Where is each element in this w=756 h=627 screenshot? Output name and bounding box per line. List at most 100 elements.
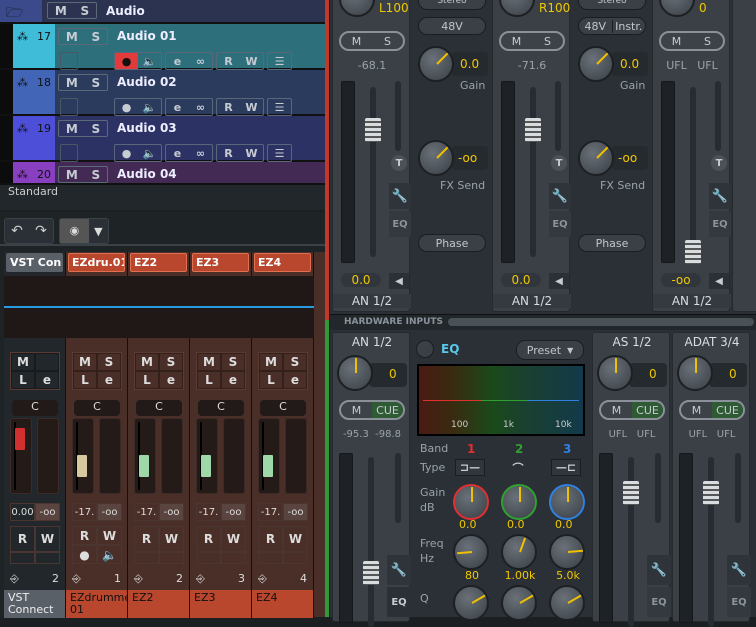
- record-enable-button[interactable]: ●: [115, 99, 138, 115]
- fader-cap[interactable]: [139, 455, 149, 477]
- volume-fader[interactable]: [258, 418, 280, 494]
- q-knob[interactable]: [453, 585, 489, 621]
- listen-button[interactable]: L: [73, 371, 97, 389]
- track-row[interactable]: ⁂ 19 M S Audio 03 ● 🔈 e ∞ R W ☰: [0, 116, 325, 162]
- read-button[interactable]: R: [134, 526, 159, 552]
- fader-cap[interactable]: [201, 455, 211, 477]
- trim-button[interactable]: T: [551, 155, 567, 171]
- mixer-channel[interactable]: EZ3 M S Le C -17. -oo R W ⎆ 3 EZ3: [190, 252, 252, 618]
- mute-button[interactable]: M: [73, 353, 97, 371]
- cue-button[interactable]: CUE: [372, 402, 403, 418]
- volume-fader[interactable]: [134, 418, 156, 494]
- read-automation-button[interactable]: R: [217, 53, 240, 69]
- mute-button[interactable]: M: [11, 353, 35, 371]
- mute-button[interactable]: M: [341, 402, 372, 418]
- write-button[interactable]: W: [221, 526, 246, 552]
- stereo-button[interactable]: Stereo: [578, 0, 646, 10]
- write-button[interactable]: W: [97, 526, 122, 545]
- eq-button[interactable]: EQ: [387, 587, 411, 617]
- scrollbar[interactable]: [448, 318, 754, 326]
- collapse-arrow[interactable]: ◀: [549, 273, 569, 289]
- solo-button[interactable]: S: [692, 33, 723, 49]
- solo-button[interactable]: S: [283, 353, 307, 371]
- link-icon[interactable]: ∞: [189, 99, 212, 115]
- listen-button[interactable]: L: [197, 371, 221, 389]
- edit-button[interactable]: e: [97, 371, 121, 389]
- edit-button[interactable]: e: [283, 371, 307, 389]
- mixer-channel[interactable]: EZ4 M S Le C -17. -oo R W ⎆ 4 EZ4: [252, 252, 314, 618]
- volume-fader[interactable]: [525, 117, 541, 142]
- trim-button[interactable]: T: [391, 155, 407, 171]
- fader-cap[interactable]: [77, 455, 87, 477]
- stereo-button[interactable]: Stereo: [418, 0, 486, 10]
- volume-fader[interactable]: [623, 481, 639, 505]
- write-automation-button[interactable]: W: [240, 53, 263, 69]
- folder-track[interactable]: 🗁 M S Audio: [0, 0, 325, 24]
- gain-knob[interactable]: [501, 484, 537, 520]
- track-row[interactable]: ⁂ 18 M S Audio 02 ● 🔈 e ∞ R W ☰: [0, 70, 325, 116]
- mute-button[interactable]: M: [66, 76, 78, 90]
- record-button[interactable]: [196, 552, 221, 564]
- lanes-icon[interactable]: ☰: [268, 53, 291, 69]
- solo-button[interactable]: S: [97, 353, 121, 371]
- volume-fader[interactable]: [703, 481, 719, 505]
- track-select-box[interactable]: [60, 144, 78, 162]
- read-automation-button[interactable]: R: [217, 99, 240, 115]
- freq-knob[interactable]: [549, 534, 585, 570]
- record-button[interactable]: [134, 552, 159, 564]
- write-automation-button[interactable]: W: [240, 145, 263, 161]
- solo-button[interactable]: S: [80, 4, 89, 18]
- edit-channel-button[interactable]: e: [166, 53, 189, 69]
- phantom-48v-button[interactable]: 48V: [419, 20, 485, 33]
- preset-dropdown[interactable]: Preset ▼: [516, 340, 584, 360]
- channel-name[interactable]: EZ3: [192, 253, 249, 272]
- monitor-button[interactable]: [283, 552, 308, 564]
- phantom-48v-button[interactable]: 48V: [579, 20, 612, 33]
- mixer-channel[interactable]: VST Con. M Le C 0.00 -oo R W ⎆ 2 VST Connect: [4, 252, 66, 618]
- volume-value[interactable]: -17.: [258, 503, 283, 521]
- folder-icon[interactable]: 🗁: [0, 0, 42, 22]
- mute-button[interactable]: M: [197, 353, 221, 371]
- mute-button[interactable]: M: [66, 30, 78, 44]
- gain-knob[interactable]: [337, 355, 373, 391]
- monitor-button[interactable]: [221, 552, 246, 564]
- mute-button[interactable]: M: [55, 4, 67, 18]
- write-button[interactable]: W: [283, 526, 308, 552]
- pan-control[interactable]: C: [198, 400, 244, 416]
- fader-cap[interactable]: [263, 455, 273, 477]
- record-button[interactable]: [258, 552, 283, 564]
- solo-button[interactable]: S: [91, 30, 100, 44]
- band-type-button[interactable]: ⊐—: [455, 459, 485, 476]
- volume-fader[interactable]: [365, 117, 381, 142]
- lanes-icon[interactable]: ☰: [268, 145, 291, 161]
- edit-button[interactable]: e: [35, 371, 59, 389]
- solo-button[interactable]: [35, 353, 59, 371]
- q-knob[interactable]: [549, 585, 585, 621]
- monitor-button[interactable]: 🔈: [138, 145, 161, 161]
- volume-value[interactable]: -17.: [134, 503, 159, 521]
- mute-button[interactable]: M: [501, 33, 532, 49]
- solo-button[interactable]: S: [372, 33, 403, 49]
- pan-control[interactable]: C: [260, 400, 306, 416]
- record-button[interactable]: [10, 552, 35, 564]
- monitor-button[interactable]: [35, 552, 60, 564]
- mute-button[interactable]: M: [341, 33, 372, 49]
- read-button[interactable]: R: [196, 526, 221, 552]
- gain-knob[interactable]: [597, 355, 633, 391]
- monitor-button[interactable]: 🔈: [138, 99, 161, 115]
- mute-button[interactable]: M: [601, 402, 632, 418]
- mute-button[interactable]: M: [66, 168, 78, 182]
- mute-button[interactable]: M: [66, 122, 78, 136]
- fx-send-knob[interactable]: [578, 140, 614, 176]
- volume-fader[interactable]: [72, 418, 94, 494]
- q-knob[interactable]: [501, 585, 537, 621]
- pan-control[interactable]: C: [136, 400, 182, 416]
- snapshot-button[interactable]: ◉ ▼: [59, 218, 109, 244]
- freq-knob[interactable]: [501, 534, 537, 570]
- record-button[interactable]: ●: [72, 545, 97, 564]
- eq-button[interactable]: EQ: [389, 211, 411, 237]
- redo-icon[interactable]: ↷: [35, 223, 47, 239]
- solo-button[interactable]: S: [532, 33, 563, 49]
- read-automation-button[interactable]: R: [217, 145, 240, 161]
- wrench-icon[interactable]: 🔧: [389, 183, 411, 209]
